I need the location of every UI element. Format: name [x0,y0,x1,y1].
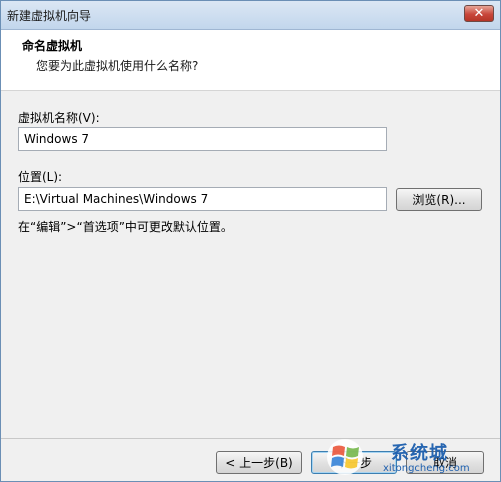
wizard-window: 新建虚拟机向导 ✕ 命名虚拟机 您要为此虚拟机使用什么名称? 虚拟机名称(V):… [0,0,501,482]
vm-name-input[interactable] [18,127,387,151]
windows-logo-icon [327,439,363,475]
vm-name-label: 虚拟机名称(V): [18,111,100,125]
title-bar[interactable]: 新建虚拟机向导 ✕ [1,1,500,30]
close-button[interactable]: ✕ [464,5,494,22]
location-hint: 在“编辑”>“首选项”中可更改默认位置。 [18,220,233,234]
browse-button[interactable]: 浏览(R)... [396,188,482,211]
close-icon: ✕ [473,6,485,21]
watermark-text: 系统城 [391,443,448,464]
page-title: 命名虚拟机 [22,39,83,53]
watermark-url: xitongcheng.com [383,463,470,474]
location-label: 位置(L): [18,170,63,184]
page-subtitle: 您要为此虚拟机使用什么名称? [36,59,199,73]
wizard-header: 命名虚拟机 您要为此虚拟机使用什么名称? [1,30,500,91]
location-input[interactable] [18,187,387,211]
back-button[interactable]: < 上一步(B) [216,451,302,474]
window-title: 新建虚拟机向导 [7,9,92,23]
watermark: 系统城 xitongcheng.com [309,431,499,481]
